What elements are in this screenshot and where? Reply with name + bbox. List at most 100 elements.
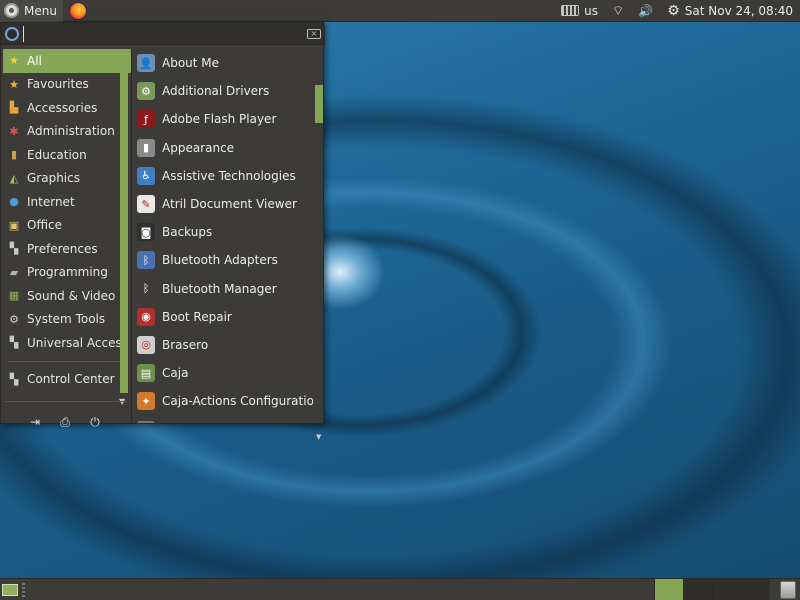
workspace-3[interactable]	[712, 578, 741, 600]
document-viewer-icon: ✎	[137, 195, 155, 214]
category-label: Sound & Video	[27, 288, 116, 303]
app-label: Adobe Flash Player	[162, 112, 277, 127]
app-item[interactable]: ⚙ Additional Drivers	[133, 77, 313, 105]
category-label: Preferences	[27, 241, 98, 256]
gear-icon: ⚙	[9, 312, 19, 326]
assistive-technologies-icon: ♿	[137, 166, 155, 185]
app-item[interactable]: ▤ Caja	[133, 359, 313, 387]
volume-indicator[interactable]: 🔊	[631, 0, 660, 22]
app-label: Caja	[162, 366, 189, 381]
category-label: Education	[27, 147, 87, 162]
control-center-label: Control Center	[27, 372, 115, 387]
app-item[interactable]: ♿ Assistive Technologies	[133, 162, 313, 190]
category-all[interactable]: ★ All	[3, 49, 131, 73]
app-label: Appearance	[162, 140, 235, 155]
menu-label: Menu	[24, 3, 57, 18]
flash-player-icon: ƒ	[137, 110, 155, 129]
category-label: Universal Access	[27, 335, 128, 350]
keyboard-icon	[561, 5, 580, 16]
category-divider	[7, 360, 127, 362]
category-label: Graphics	[27, 171, 80, 186]
app-item[interactable]: ▮ Appearance	[133, 134, 313, 162]
logout-button[interactable]: ⎙	[58, 415, 72, 429]
app-item[interactable]: ◉ Boot Repair	[133, 303, 313, 331]
panel-handle[interactable]	[22, 582, 25, 597]
clear-search-icon[interactable]: ×	[307, 28, 321, 39]
app-item[interactable]: 👤 About Me	[133, 49, 313, 77]
category-system-tools[interactable]: ⚙ System Tools	[3, 308, 131, 332]
category-internet[interactable]: ● Internet	[3, 190, 131, 214]
app-label: Boot Repair	[162, 309, 232, 324]
menu-button[interactable]: Menu	[0, 0, 63, 22]
category-preferences[interactable]: ▚ Preferences	[3, 237, 131, 261]
category-sound-video[interactable]: ▦ Sound & Video	[3, 284, 131, 308]
category-favourites[interactable]: ★ Favourites	[3, 73, 131, 97]
brasero-icon: ◎	[137, 335, 155, 354]
about-me-icon: 👤	[137, 54, 155, 73]
additional-drivers-icon: ⚙	[137, 82, 155, 101]
office-icon: ▣	[8, 218, 20, 232]
control-center-icon: ▚	[9, 372, 19, 386]
category-accessories[interactable]: ▙ Accessories	[3, 96, 131, 120]
mate-logo-icon	[4, 3, 19, 18]
show-desktop-icon[interactable]	[2, 583, 18, 596]
shutdown-button[interactable]: ⏻	[88, 415, 102, 429]
backups-icon: ◙	[137, 223, 155, 242]
wifi-icon: ⌔	[612, 3, 625, 19]
app-item[interactable]: ✎ Atril Document Viewer	[133, 190, 313, 218]
app-label: Bluetooth Adapters	[162, 253, 278, 268]
sound-video-icon: ▦	[8, 289, 20, 303]
application-scroll-down-icon[interactable]: ▼	[316, 433, 321, 441]
app-label: About Me	[162, 56, 220, 71]
caja-icon: ▤	[137, 364, 155, 383]
category-office[interactable]: ▣ Office	[3, 214, 131, 238]
category-list: ★ All ★ Favourites ▙ Accessories ✱ Administrati…	[3, 49, 131, 395]
app-item[interactable]: ◙ Backups	[133, 218, 313, 246]
pane-divider	[131, 49, 132, 421]
accessories-icon: ▙	[9, 101, 19, 115]
search-input[interactable]	[23, 25, 307, 42]
keyboard-layout-label: us	[584, 3, 599, 18]
category-scrollbar[interactable]	[120, 49, 128, 393]
firefox-icon[interactable]	[68, 1, 87, 20]
app-item[interactable]	[133, 415, 313, 423]
workspace-4[interactable]	[741, 578, 770, 600]
category-programming[interactable]: ▰ Programming	[3, 261, 131, 285]
application-menu: × ★ All ★ Favourites ▙ Accessories ✱ Administra…	[0, 22, 325, 441]
network-indicator[interactable]: ⌔	[605, 0, 631, 22]
star-icon: ★	[9, 77, 19, 91]
bluetooth-adapters-icon: ᛒ	[137, 251, 155, 270]
app-label: Additional Drivers	[162, 84, 270, 99]
category-label: Programming	[27, 265, 108, 280]
control-center-item[interactable]: ▚ Control Center	[3, 368, 131, 392]
volume-icon: 🔊	[638, 3, 654, 18]
programming-icon: ▰	[9, 265, 19, 279]
category-universal-access[interactable]: ▚ Universal Access	[3, 331, 131, 355]
app-item[interactable]: ᛒ Bluetooth Manager	[133, 275, 313, 303]
category-label: Office	[27, 218, 63, 233]
category-education[interactable]: ▮ Education	[3, 143, 131, 167]
application-scrollbar[interactable]	[315, 85, 323, 123]
app-item[interactable]: ƒ Adobe Flash Player	[133, 105, 313, 133]
category-label: Accessories	[27, 100, 98, 115]
session-buttons: ⇥ ⎙ ⏻	[1, 415, 129, 429]
education-icon: ▮	[10, 148, 18, 162]
app-item[interactable]: ᛒ Bluetooth Adapters	[133, 246, 313, 274]
category-graphics[interactable]: ◭ Graphics	[3, 167, 131, 191]
boot-repair-icon: ◉	[137, 307, 155, 326]
category-administration[interactable]: ✱ Administration	[3, 120, 131, 144]
category-label: Favourites	[27, 77, 89, 92]
app-item[interactable]: ◎ Brasero	[133, 331, 313, 359]
clock-indicator[interactable]: ⚙ Sat Nov 24, 08:40	[660, 0, 800, 22]
system-tray: us ⌔ 🔊 ⚙ Sat Nov 24, 08:40	[554, 0, 800, 22]
lock-screen-button[interactable]: ⇥	[28, 415, 42, 429]
keyboard-layout-indicator[interactable]: us	[554, 0, 605, 22]
app-item[interactable]: ✦ Caja-Actions Configuration ...	[133, 387, 313, 415]
appearance-icon: ▮	[137, 138, 155, 157]
workspace-2[interactable]	[683, 578, 712, 600]
app-label: Caja-Actions Configuration ...	[162, 394, 313, 409]
workspace-1[interactable]	[654, 578, 683, 600]
trash-icon[interactable]	[780, 580, 796, 599]
app-label: Assistive Technologies	[162, 168, 296, 183]
app-label: Brasero	[162, 337, 209, 352]
